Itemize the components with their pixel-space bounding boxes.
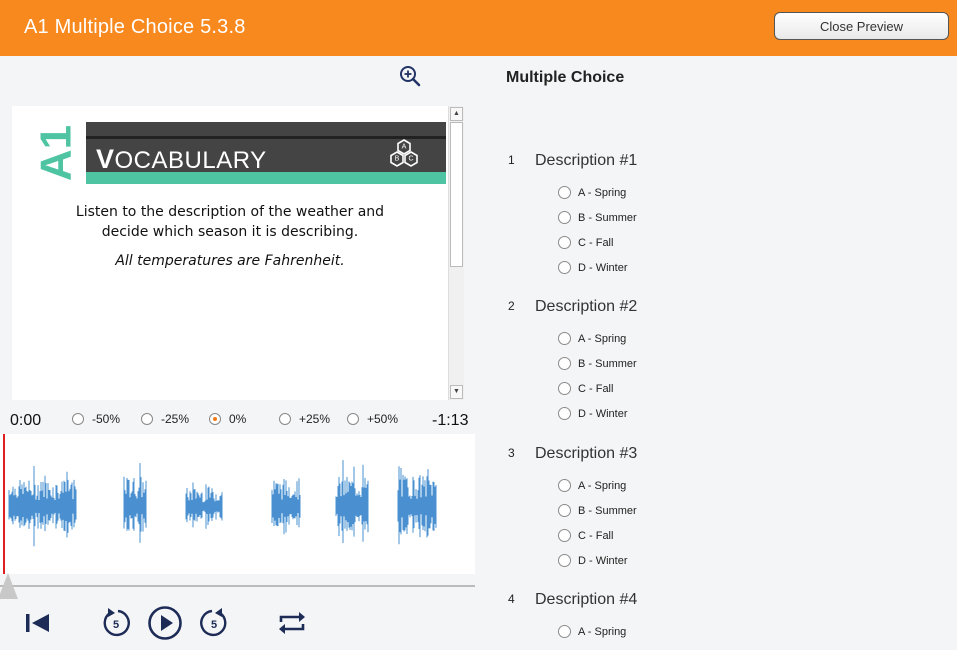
answer-label: C - Fall (578, 236, 614, 249)
a1-logo-text: A1 (34, 125, 78, 181)
answer-label: D - Winter (578, 261, 628, 274)
answer-option[interactable]: D - Winter (558, 407, 628, 420)
answer-option[interactable]: C - Fall (558, 529, 613, 542)
answer-label: B - Summer (578, 504, 637, 517)
rate-option-plus-25[interactable]: +25% (279, 412, 330, 426)
answer-radio[interactable] (558, 261, 571, 274)
rate-option-minus-25[interactable]: -25% (141, 412, 189, 426)
answer-radio[interactable] (558, 332, 571, 345)
slide-viewer: A1 VOCABULARY A B C Listen to the descri… (12, 106, 464, 400)
rewind-5-icon[interactable]: 5 (98, 605, 134, 641)
answer-radio[interactable] (558, 479, 571, 492)
answer-radio[interactable] (558, 504, 571, 517)
question-number: 1 (508, 153, 515, 167)
forward-5-icon[interactable]: 5 (196, 605, 232, 641)
answer-option[interactable]: B - Summer (558, 211, 637, 224)
instruction-note: All temperatures are Fahrenheit. (115, 253, 345, 269)
skip-to-start-icon[interactable] (20, 605, 56, 641)
badge-letter-c: C (408, 156, 413, 163)
answer-radio[interactable] (558, 407, 571, 420)
answer-radio[interactable] (558, 186, 571, 199)
question-number: 2 (508, 299, 515, 313)
answer-option[interactable]: D - Winter (558, 554, 628, 567)
audio-waveform[interactable] (0, 434, 475, 574)
rate-label: +25% (299, 412, 331, 426)
rate-label: -50% (92, 412, 121, 426)
question-number: 3 (508, 446, 515, 460)
answer-option[interactable]: C - Fall (558, 236, 613, 249)
answer-label: B - Summer (578, 357, 637, 370)
answer-option[interactable]: A - Spring (558, 332, 626, 345)
rate-label: +50% (367, 412, 399, 426)
rewind-seconds: 5 (113, 619, 119, 631)
question-title: Description #3 (535, 445, 638, 462)
close-preview-button[interactable]: Close Preview (774, 12, 949, 40)
banner-title: VOCABULARY (96, 144, 267, 175)
question-title: Description #4 (535, 591, 638, 608)
answer-label: D - Winter (578, 554, 628, 567)
rate-label: -25% (161, 412, 190, 426)
scroll-down-arrow-icon[interactable]: ▼ (450, 385, 463, 399)
rate-label: 0% (229, 412, 247, 426)
answer-option[interactable]: C - Fall (558, 382, 613, 395)
app-title: A1 Multiple Choice 5.3.8 (24, 16, 246, 38)
rate-radio[interactable] (347, 413, 359, 425)
slide-scrollbar[interactable]: ▲ ▼ (448, 106, 464, 400)
forward-seconds: 5 (211, 619, 217, 631)
waveform-graphic (3, 434, 437, 574)
rate-option-minus-50[interactable]: -50% (72, 412, 120, 426)
play-icon[interactable] (147, 605, 183, 641)
answer-label: C - Fall (578, 529, 614, 542)
banner-title-rest: OCABULARY (114, 147, 267, 174)
answer-label: D - Winter (578, 407, 628, 420)
answer-option[interactable]: A - Spring (558, 186, 626, 199)
answer-label: A - Spring (578, 479, 627, 492)
scroll-up-arrow-icon[interactable]: ▲ (450, 107, 463, 121)
elapsed-time: 0:00 (10, 412, 42, 429)
answer-label: C - Fall (578, 382, 614, 395)
answer-option[interactable]: B - Summer (558, 504, 637, 517)
question-number: 4 (508, 592, 515, 606)
rate-option-0[interactable]: 0% (209, 412, 246, 426)
slide-content: A1 VOCABULARY A B C Listen to the descri… (12, 106, 448, 400)
rate-radio[interactable] (72, 413, 84, 425)
abc-badge-icon: A B C (390, 139, 418, 167)
answer-option[interactable]: A - Spring (558, 479, 626, 492)
answer-radio[interactable] (558, 529, 571, 542)
answer-radio[interactable] (558, 357, 571, 370)
rate-radio-selected[interactable] (209, 413, 221, 425)
answer-radio[interactable] (558, 211, 571, 224)
scrub-handle[interactable] (0, 573, 18, 599)
rate-radio[interactable] (141, 413, 153, 425)
badge-letter-b: B (395, 156, 400, 163)
rate-option-plus-50[interactable]: +50% (347, 412, 398, 426)
question-title: Description #2 (535, 298, 638, 315)
scroll-thumb[interactable] (450, 122, 463, 267)
quiz-title: Multiple Choice (506, 69, 625, 86)
top-bar: A1 Multiple Choice 5.3.8 Close Preview (0, 0, 957, 56)
answer-option[interactable]: B - Summer (558, 357, 637, 370)
answer-label: B - Summer (578, 211, 637, 224)
question-title: Description #1 (535, 152, 638, 169)
answer-label: A - Spring (578, 186, 627, 199)
a1-logo: A1 (34, 125, 78, 181)
answer-radio[interactable] (558, 236, 571, 249)
answer-label: A - Spring (578, 332, 627, 345)
playback-rate-row: 0:00 -50% -25% 0% +25% +50% -1:13 (0, 408, 480, 432)
answer-radio[interactable] (558, 625, 571, 638)
answer-option[interactable]: A - Spring (558, 625, 626, 638)
answer-option[interactable]: D - Winter (558, 261, 628, 274)
zoom-in-icon[interactable] (398, 64, 422, 88)
loop-icon[interactable] (274, 605, 310, 641)
instruction-line-1: Listen to the description of the weather… (75, 204, 385, 220)
progress-track[interactable] (0, 585, 475, 587)
answer-label: A - Spring (578, 625, 627, 638)
banner-title-initial: V (96, 144, 115, 174)
rate-radio[interactable] (279, 413, 291, 425)
answer-radio[interactable] (558, 382, 571, 395)
instruction-line-2: decide which season it is describing. (101, 224, 359, 240)
badge-letter-a: A (402, 144, 407, 151)
answer-radio[interactable] (558, 554, 571, 567)
remaining-time: -1:13 (432, 412, 469, 429)
